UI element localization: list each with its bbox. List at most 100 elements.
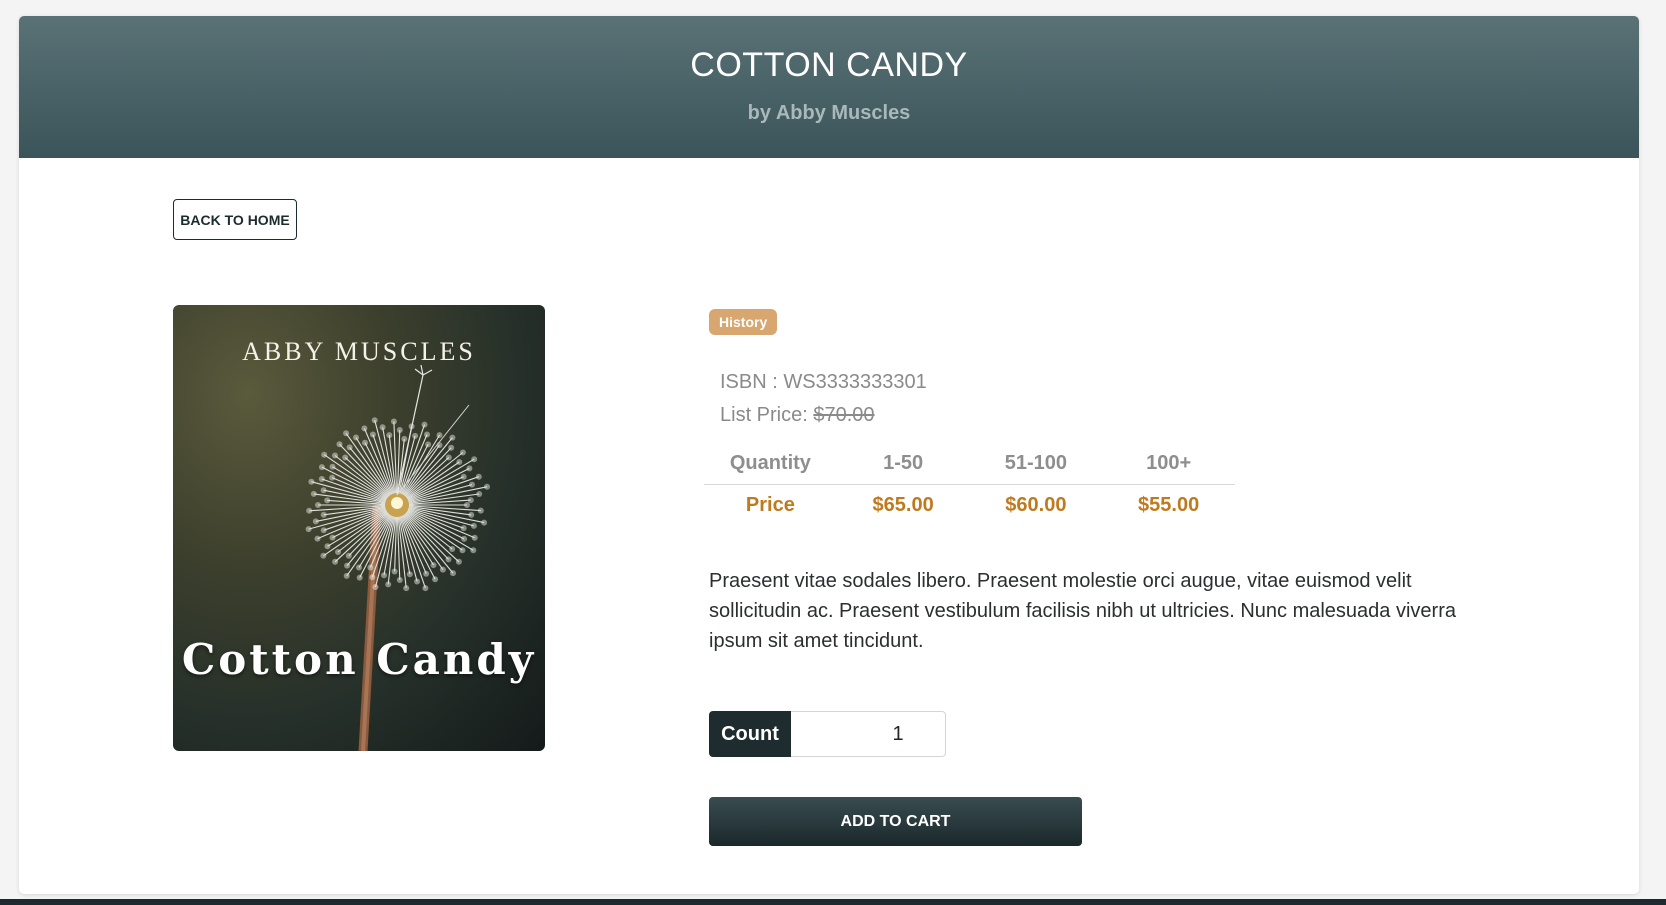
seed-tuft [422, 585, 429, 592]
seed-tuft [312, 518, 319, 525]
seed-tuft [353, 434, 359, 441]
seed-tuft [406, 571, 413, 578]
seed-tuft [396, 427, 403, 433]
seed-tuft [467, 497, 474, 504]
seed-tuft [371, 417, 378, 424]
seed-tuft [403, 585, 410, 592]
seed-tuft [324, 497, 331, 504]
seed-tuft [460, 525, 467, 532]
seed-tuft [396, 577, 403, 583]
seed-tuft [335, 549, 341, 555]
seed-tuft [421, 421, 428, 428]
seed-tuft [456, 459, 463, 465]
dandelion-illustration [305, 364, 490, 751]
back-to-home-button[interactable]: BACK TO HOME [173, 199, 297, 240]
seed-tuft [318, 464, 325, 471]
tier-price: $55.00 [1138, 494, 1200, 517]
seed-tuft [310, 490, 317, 497]
price-header: Price [745, 494, 795, 517]
seed-tuft [390, 418, 397, 425]
seed-tuft [344, 562, 351, 569]
seed-tuft [379, 424, 386, 431]
product-description: Praesent vitae sodales libero. Praesent … [709, 570, 1456, 652]
seed-tuft [367, 564, 374, 571]
seed-tuft [476, 491, 483, 497]
seed-tuft [450, 570, 456, 577]
book-cover-image: ABBY MUSCLES Cotton Candy [173, 305, 545, 751]
tier-range: 100+ [1102, 443, 1235, 485]
seed-tuft [470, 547, 477, 554]
price-row: Price $65.00 $60.00 $55.00 [704, 484, 1235, 527]
seed-tuft [412, 432, 419, 439]
seed-tuft [369, 574, 376, 581]
list-price-value: $70.00 [813, 404, 875, 426]
seed-tuft [481, 519, 488, 526]
seed-tuft [455, 558, 462, 565]
seed-tuft [332, 452, 338, 459]
seed-tuft [329, 474, 336, 481]
tier-range: 51-100 [969, 443, 1103, 485]
seed-tuft [464, 502, 470, 508]
bulk-pricing-table: Quantity 1-50 51-100 100+ Price $65.00 $… [704, 443, 1235, 527]
seed-tuft [386, 432, 393, 439]
seed-tuft [345, 552, 352, 559]
tier-price: $65.00 [872, 494, 934, 517]
seed-tuft [320, 511, 327, 518]
seed-tuft [356, 564, 362, 571]
seed-tuft [448, 444, 455, 451]
seed-tuft [332, 558, 339, 565]
seed-tuft [449, 546, 456, 552]
seed-tuft [471, 456, 478, 463]
seed-tuft [308, 478, 315, 485]
page-banner: COTTON CANDY by Abby Muscles [19, 16, 1639, 158]
seed-tuft [329, 463, 336, 470]
count-label: Count [709, 711, 791, 757]
author-line: by Abby Muscles [747, 102, 911, 124]
seed-tuft [343, 572, 350, 579]
seed-tuft [342, 454, 349, 461]
seed-tuft [445, 556, 452, 563]
seed-tuft [466, 465, 473, 472]
seed-tuft [315, 502, 321, 508]
quantity-header: Quantity [704, 443, 837, 485]
seed-tuft [430, 562, 437, 569]
list-price: List Price: $70.00 [720, 404, 875, 427]
seed-tuft [361, 425, 368, 432]
seed-tuft [320, 552, 327, 559]
seed-tuft [424, 431, 430, 438]
seed-tuft [425, 441, 432, 448]
seed-tuft [329, 534, 336, 541]
seed-tuft [459, 547, 466, 554]
seed-tuft [343, 430, 350, 437]
seed-tuft [468, 511, 475, 518]
count-input[interactable] [791, 711, 946, 757]
page-title: COTTON CANDY [690, 46, 968, 84]
seed-tuft [320, 487, 327, 494]
bottom-bar [0, 899, 1666, 905]
seed-tuft [318, 476, 325, 482]
category-badge: History [709, 309, 778, 335]
tier-range: 1-50 [836, 443, 970, 485]
seed-tuft [372, 584, 379, 590]
seed-tuft [423, 570, 430, 577]
seed-tuft [471, 534, 478, 541]
quantity-row: Quantity 1-50 51-100 100+ [704, 443, 1235, 485]
seed-tuft [445, 454, 452, 461]
seed-tuft [336, 441, 343, 448]
add-to-cart-button[interactable]: ADD TO CART [709, 797, 1082, 846]
seed-tuft [305, 526, 312, 533]
list-price-label: List Price: [720, 404, 808, 426]
seed-tuft [484, 483, 490, 490]
seed-tuft [432, 576, 439, 583]
seed-tuft [346, 444, 353, 451]
seed-tuft [436, 432, 443, 439]
seed-tuft [306, 507, 313, 514]
count-control: Count [709, 711, 946, 757]
seed-tuft [381, 572, 387, 579]
seed-tuft [320, 527, 327, 534]
seed-tuft [401, 435, 408, 442]
isbn-text: ISBN : WS3333333301 [720, 371, 927, 393]
seed-tuft [369, 431, 376, 438]
product-card: COTTON CANDY by Abby Muscles BACK TO HOM… [19, 16, 1639, 894]
seed-tuft [470, 522, 477, 529]
